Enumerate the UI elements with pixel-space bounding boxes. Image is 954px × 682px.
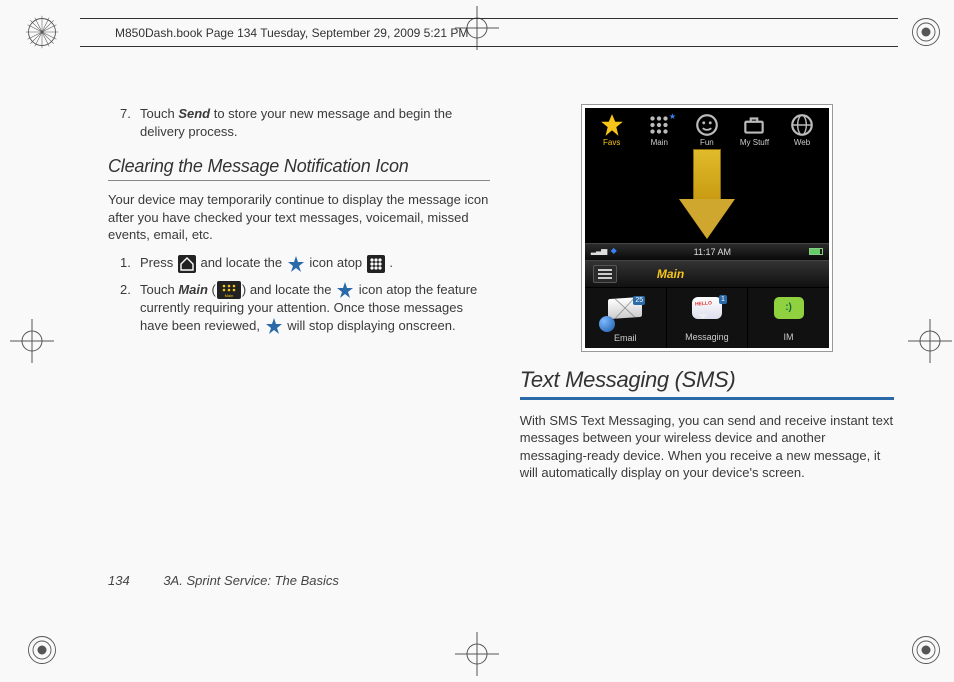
menu-icon bbox=[593, 265, 617, 283]
step-1: 1. Press and locate the icon atop . bbox=[120, 254, 490, 273]
smiley-icon bbox=[694, 114, 720, 136]
app-label: IM bbox=[748, 331, 829, 343]
step-text: will stop displaying onscreen. bbox=[287, 318, 455, 333]
step-7: 7. Touch Send to store your new message … bbox=[120, 105, 490, 140]
star-icon bbox=[287, 255, 305, 273]
send-label: Send bbox=[178, 106, 210, 121]
step-number: 7. bbox=[120, 105, 140, 140]
tab-mystuff: My Stuff bbox=[732, 114, 778, 149]
app-label: Messaging bbox=[667, 331, 748, 343]
crop-cross-icon bbox=[455, 632, 499, 676]
hello-text: HELLO bbox=[695, 300, 712, 308]
tab-label: Favs bbox=[589, 138, 635, 149]
header-rule bbox=[80, 46, 898, 47]
tab-label: My Stuff bbox=[732, 138, 778, 149]
step-text: and locate the bbox=[200, 255, 285, 270]
crop-rosette-icon bbox=[908, 632, 944, 668]
step-text: Touch bbox=[140, 282, 178, 297]
tab-label: Fun bbox=[684, 138, 730, 149]
footer-section: 3A. Sprint Service: The Basics bbox=[163, 573, 339, 588]
page-number: 134 bbox=[108, 573, 130, 588]
heading-text-messaging: Text Messaging (SMS) bbox=[520, 365, 894, 395]
step-text: ( bbox=[208, 282, 216, 297]
svg-text:Main: Main bbox=[225, 293, 234, 298]
mainbar-label: Main bbox=[657, 266, 684, 282]
badge: 1 bbox=[719, 295, 727, 304]
messaging-icon: HELLO 1 bbox=[685, 297, 729, 329]
right-column: Favs ★ Main Fun My Stuff Web bbox=[520, 105, 894, 602]
app-im: :) IM bbox=[748, 288, 829, 348]
globe-icon bbox=[789, 114, 815, 136]
heading-rule bbox=[520, 397, 894, 400]
tab-main: ★ Main bbox=[636, 114, 682, 149]
phone-status-bar: ▂▃▅ ◆ 11:17 AM bbox=[585, 243, 829, 260]
step-text: Touch bbox=[140, 106, 178, 121]
tab-label: Web bbox=[779, 138, 825, 149]
notification-star-icon: ★ bbox=[669, 112, 676, 123]
phone-main-bar: Main bbox=[585, 260, 829, 288]
left-column: 7. Touch Send to store your new message … bbox=[108, 105, 490, 602]
header-rule bbox=[80, 18, 898, 19]
app-grid-icon bbox=[367, 255, 385, 273]
star-icon bbox=[336, 281, 354, 299]
app-label: Email bbox=[585, 332, 666, 344]
tab-fun: Fun bbox=[684, 114, 730, 149]
step-number: 2. bbox=[120, 281, 140, 336]
star-icon bbox=[599, 114, 625, 136]
phone-screenshot: Favs ★ Main Fun My Stuff Web bbox=[582, 105, 832, 351]
tab-favs: Favs bbox=[589, 114, 635, 149]
app-email: 25 Email bbox=[585, 288, 667, 348]
home-icon bbox=[178, 255, 196, 273]
star-icon bbox=[265, 317, 283, 335]
email-icon: 25 bbox=[603, 298, 647, 330]
crop-rosette-icon bbox=[908, 14, 944, 50]
im-icon: :) bbox=[767, 297, 811, 329]
crop-cross-icon bbox=[908, 319, 952, 363]
sms-paragraph: With SMS Text Messaging, you can send an… bbox=[520, 412, 894, 482]
header-meta: M850Dash.book Page 134 Tuesday, Septembe… bbox=[115, 26, 468, 40]
badge: 25 bbox=[633, 296, 645, 305]
tab-web: Web bbox=[779, 114, 825, 149]
crop-rosette-icon bbox=[24, 14, 60, 50]
step-2: 2. Touch Main (Main) and locate the icon… bbox=[120, 281, 490, 336]
crop-rosette-icon bbox=[24, 632, 60, 668]
clock: 11:17 AM bbox=[694, 246, 731, 258]
arrow-down-icon bbox=[679, 149, 735, 243]
crop-cross-icon bbox=[10, 319, 54, 363]
main-tab-icon: Main bbox=[217, 281, 241, 299]
battery-icon bbox=[809, 248, 823, 255]
footer: 134 3A. Sprint Service: The Basics bbox=[108, 573, 339, 588]
subheading-clear-notification: Clearing the Message Notification Icon bbox=[108, 154, 490, 181]
step-number: 1. bbox=[120, 254, 140, 273]
step-text: . bbox=[389, 255, 393, 270]
intro-paragraph: Your device may temporarily continue to … bbox=[108, 191, 490, 244]
step-text: Press bbox=[140, 255, 177, 270]
step-text: icon atop bbox=[309, 255, 365, 270]
phone-apps-row: 25 Email HELLO 1 Messaging :) IM bbox=[585, 288, 829, 348]
phone-top-tabs: Favs ★ Main Fun My Stuff Web bbox=[585, 108, 829, 151]
main-label: Main bbox=[178, 282, 208, 297]
briefcase-icon bbox=[741, 114, 767, 136]
signal-icon: ▂▃▅ ◆ bbox=[591, 246, 616, 257]
step-text: ) and locate the bbox=[242, 282, 335, 297]
app-messaging: HELLO 1 Messaging bbox=[667, 288, 749, 348]
tab-label: Main bbox=[636, 138, 682, 149]
